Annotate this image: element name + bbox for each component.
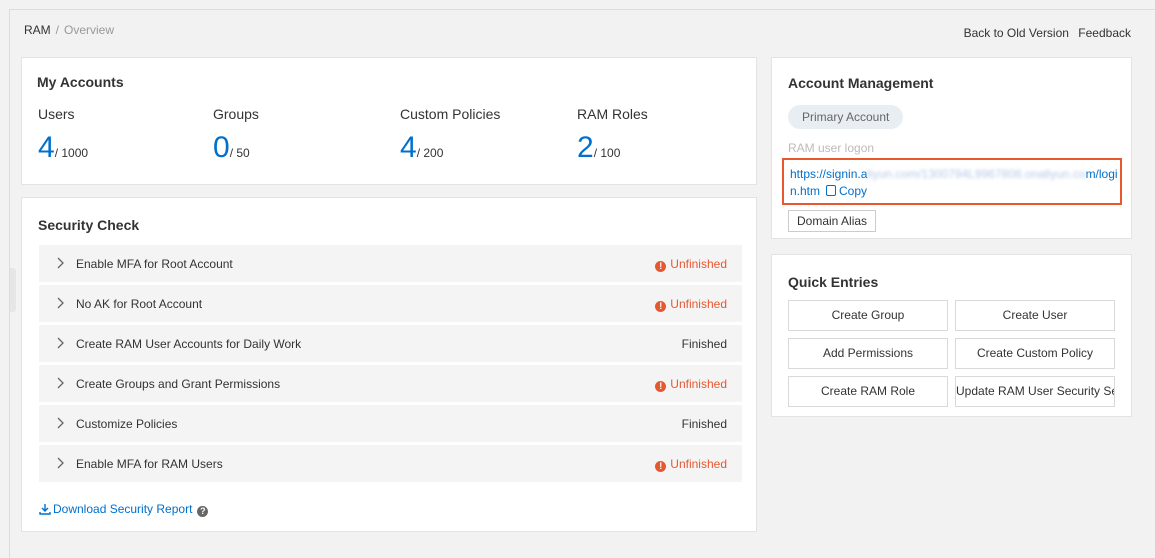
account-management-card: Account Management Primary Account RAM u… — [771, 57, 1132, 239]
warning-icon: ! — [655, 461, 667, 472]
security-check-status: Finished — [682, 337, 727, 351]
download-security-report-link[interactable]: Download Security Report? — [39, 502, 209, 517]
url-part: n.htm — [790, 184, 821, 198]
stat-users: Users 4/ 1000 — [38, 106, 88, 164]
security-check-name: Enable MFA for RAM Users — [76, 457, 223, 471]
create-custom-policy-button[interactable]: Create Custom Policy — [955, 338, 1115, 369]
chevron-right-icon — [57, 297, 64, 309]
breadcrumb-current: Overview — [64, 23, 115, 37]
security-check-name: Create Groups and Grant Permissions — [76, 377, 281, 391]
url-part: https://signin.a — [790, 167, 868, 181]
stat-value[interactable]: 4 — [38, 131, 55, 164]
chevron-right-icon — [57, 417, 64, 429]
account-management-title: Account Management — [788, 75, 934, 91]
stat-value[interactable]: 4 — [400, 131, 417, 164]
copy-button[interactable]: Copy — [826, 184, 867, 198]
stat-label: Users — [38, 106, 75, 122]
quick-entries-card: Quick Entries Create Group Create User Add… — [771, 254, 1132, 417]
feedback-link[interactable]: Feedback — [1078, 26, 1131, 40]
create-user-button[interactable]: Create User — [955, 300, 1115, 331]
security-check-name: No AK for Root Account — [76, 297, 203, 311]
status-text: Unfinished — [670, 377, 727, 391]
security-check-status: ! Unfinished — [655, 257, 727, 272]
stat-value[interactable]: 0 — [213, 131, 230, 164]
warning-icon: ! — [655, 261, 667, 272]
my-accounts-title: My Accounts — [37, 74, 124, 90]
breadcrumb: RAM / Overview — [24, 23, 114, 37]
back-to-old-version-link[interactable]: Back to Old Version — [964, 26, 1069, 40]
security-check-row[interactable]: Create Groups and Grant Permissions! Unfi… — [39, 365, 742, 402]
url-part: m/logi — [1085, 167, 1118, 181]
chevron-right-icon — [57, 457, 64, 469]
security-check-row[interactable]: Enable MFA for Root Account! Unfinished — [39, 245, 742, 282]
sidebar-collapse-handle[interactable] — [10, 268, 16, 312]
security-check-row[interactable]: Customize Policies Finished — [39, 405, 742, 442]
status-text: Unfinished — [670, 297, 727, 311]
domain-alias-button[interactable]: Domain Alias — [788, 210, 877, 232]
stat-value[interactable]: 2 — [577, 131, 594, 164]
chevron-right-icon — [57, 377, 64, 389]
warning-icon: ! — [655, 381, 667, 392]
add-permissions-button[interactable]: Add Permissions — [788, 338, 948, 369]
stat-label: Custom Policies — [400, 106, 501, 122]
download-icon — [39, 504, 51, 515]
console-frame: RAM / Overview Back to Old Version Feedbac… — [9, 9, 1155, 558]
logon-url-highlight: https://signin.aliyun.com/1300794L996780… — [782, 158, 1122, 205]
security-check-row[interactable]: No AK for Root Account! Unfinished — [39, 285, 742, 322]
breadcrumb-separator: / — [55, 23, 60, 37]
stat-ram-roles: RAM Roles 2/ 100 — [577, 106, 648, 164]
create-ram-role-button[interactable]: Create RAM Role — [788, 376, 948, 407]
download-label: Download Security Report — [53, 502, 193, 516]
security-check-card: Security Check Enable MFA for Root Accou… — [21, 197, 757, 532]
primary-account-badge: Primary Account — [788, 105, 904, 129]
security-check-name: Create RAM User Accounts for Daily Work — [76, 337, 302, 351]
stat-custom-policies: Custom Policies 4/ 200 — [400, 106, 500, 164]
security-check-name: Enable MFA for Root Account — [76, 257, 233, 271]
stat-label: RAM Roles — [577, 106, 648, 122]
status-text: Finished — [681, 337, 727, 351]
quick-entries-title: Quick Entries — [788, 274, 879, 290]
security-check-status: Finished — [682, 417, 727, 431]
security-check-title: Security Check — [38, 217, 140, 233]
help-icon[interactable]: ? — [197, 506, 209, 517]
copy-label: Copy — [839, 184, 868, 198]
top-links: Back to Old Version Feedback — [958, 26, 1131, 40]
security-check-list: Enable MFA for Root Account! Unfinished No… — [39, 245, 742, 485]
warning-icon: ! — [655, 301, 667, 312]
stat-groups: Groups 0/ 50 — [213, 106, 259, 164]
breadcrumb-ram[interactable]: RAM — [24, 23, 51, 37]
top-bar: RAM / Overview Back to Old Version Feedbac… — [10, 10, 1155, 54]
security-check-status: ! Unfinished — [655, 297, 727, 312]
stat-quota: / 100 — [593, 146, 621, 160]
stat-quota: / 50 — [229, 146, 250, 160]
security-check-status: ! Unfinished — [655, 377, 727, 392]
stat-label: Groups — [213, 106, 259, 122]
chevron-right-icon — [57, 337, 64, 349]
status-text: Finished — [681, 417, 727, 431]
security-check-row[interactable]: Enable MFA for RAM Users! Unfinished — [39, 445, 742, 482]
update-ram-user-security-button[interactable]: Update RAM User Security Se — [955, 376, 1115, 407]
status-text: Unfinished — [670, 257, 727, 271]
stat-quota: / 200 — [416, 146, 444, 160]
security-check-status: ! Unfinished — [655, 457, 727, 472]
status-text: Unfinished — [670, 457, 727, 471]
create-group-button[interactable]: Create Group — [788, 300, 948, 331]
chevron-right-icon — [57, 257, 64, 269]
security-check-name: Customize Policies — [76, 417, 178, 431]
copy-icon — [826, 185, 837, 196]
security-check-row[interactable]: Create RAM User Accounts for Daily Work F… — [39, 325, 742, 362]
url-redacted: liyun.com/1300794L9967808.onaliyun.co — [867, 167, 1086, 181]
my-accounts-card: My Accounts Users 4/ 1000 Groups 0/ 50 C… — [21, 57, 757, 185]
ram-user-logon-label: RAM user logon — [788, 141, 875, 155]
stat-quota: / 1000 — [54, 146, 89, 160]
